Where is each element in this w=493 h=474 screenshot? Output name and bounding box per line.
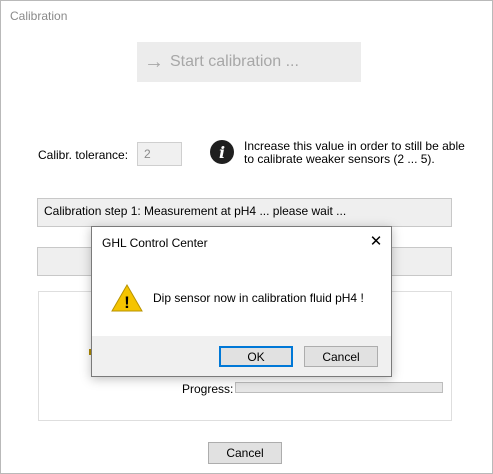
arrow-right-icon: → [144,51,164,73]
info-icon: i [210,140,234,164]
dialog-title: GHL Control Center [102,236,208,250]
dialog-cancel-button[interactable]: Cancel [304,346,378,367]
ok-button[interactable]: OK [219,346,293,367]
progress-label: Progress: [182,382,234,396]
start-calibration-button[interactable]: → Start calibration ... [137,42,361,82]
warning-icon: ! [111,283,143,312]
warning-mark: ! [124,293,130,312]
tolerance-label: Calibr. tolerance: [38,148,129,162]
tolerance-input[interactable]: 2 [137,142,182,166]
dialog-message: Dip sensor now in calibration fluid pH4 … [153,291,364,305]
window-title: Calibration [10,9,68,23]
status-line-1: Calibration step 1: Measurement at pH4 .… [37,198,452,227]
message-dialog: GHL Control Center ✕ ! Dip sensor now in… [91,226,392,377]
progress-bar [235,382,443,393]
start-calibration-label: Start calibration ... [170,53,299,70]
tolerance-hint: Increase this value in order to still be… [244,139,465,166]
dialog-footer: OK Cancel [92,336,391,376]
close-icon[interactable]: ✕ [367,232,385,250]
cancel-button[interactable]: Cancel [208,442,282,464]
